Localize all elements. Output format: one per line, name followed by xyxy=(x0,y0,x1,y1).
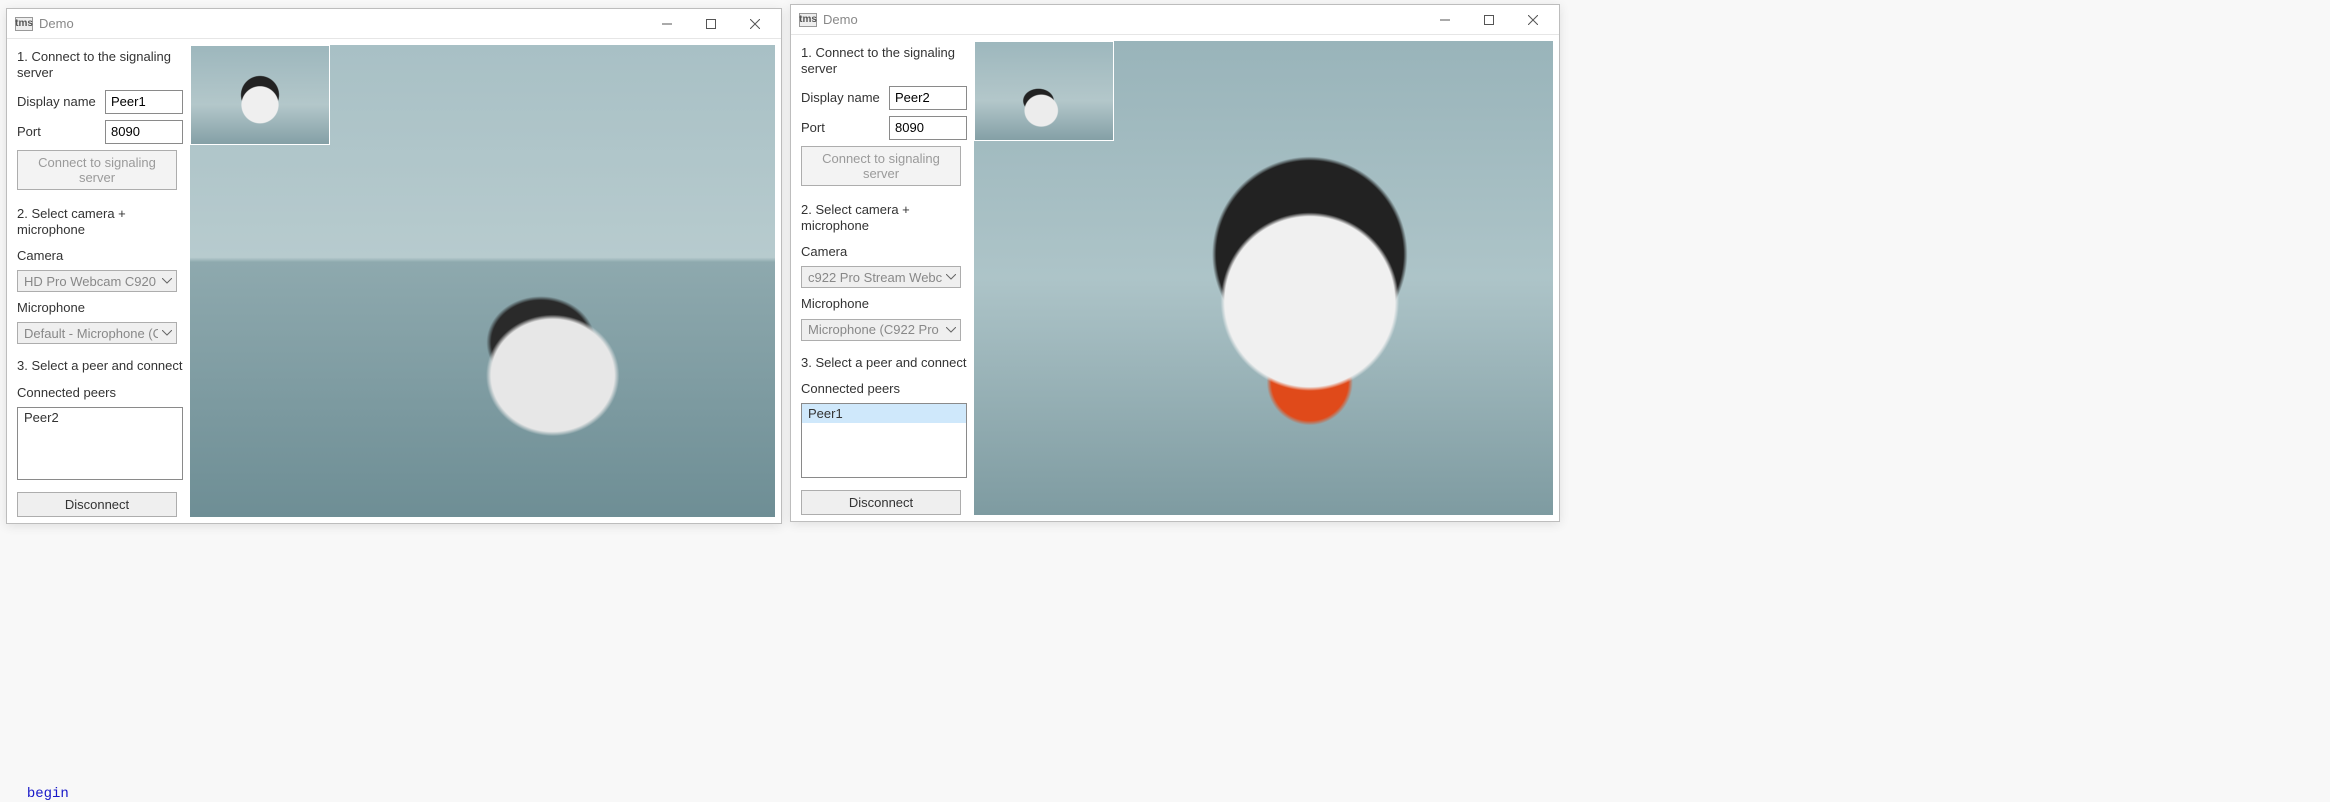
window-title: Demo xyxy=(39,16,645,31)
app-window-peer2: tms Demo 1. Connect to the signaling ser… xyxy=(790,4,1560,522)
step3-label: 3. Select a peer and connect xyxy=(17,358,184,374)
code-editor-background2: begin xyxy=(10,770,69,802)
port-input[interactable] xyxy=(105,120,183,144)
client-area: 1. Connect to the signaling server Displ… xyxy=(7,39,781,523)
minimize-button[interactable] xyxy=(1423,6,1467,34)
minimize-icon xyxy=(662,19,672,29)
maximize-button[interactable] xyxy=(689,10,733,38)
step1-label: 1. Connect to the signaling server xyxy=(17,49,184,82)
minimize-button[interactable] xyxy=(645,10,689,38)
camera-select-value: HD Pro Webcam C920 (04 xyxy=(24,274,158,289)
maximize-icon xyxy=(706,19,716,29)
connect-signaling-button: Connect to signaling server xyxy=(801,146,961,186)
titlebar[interactable]: tms Demo xyxy=(7,9,781,39)
window-title: Demo xyxy=(823,12,1423,27)
camera-select-value: c922 Pro Stream Webcam xyxy=(808,270,942,285)
window-buttons xyxy=(645,10,777,38)
chevron-down-icon xyxy=(158,278,176,284)
microphone-label: Microphone xyxy=(801,296,968,312)
minimize-icon xyxy=(1440,15,1450,25)
port-label: Port xyxy=(17,124,99,139)
client-area: 1. Connect to the signaling server Displ… xyxy=(791,35,1559,521)
display-name-label: Display name xyxy=(801,90,883,105)
camera-select[interactable]: c922 Pro Stream Webcam xyxy=(801,266,961,288)
maximize-icon xyxy=(1484,15,1494,25)
titlebar[interactable]: tms Demo xyxy=(791,5,1559,35)
list-item[interactable]: Peer1 xyxy=(802,404,966,423)
connected-peers-list[interactable]: Peer1 xyxy=(801,403,967,478)
step3-label: 3. Select a peer and connect xyxy=(801,355,968,371)
chevron-down-icon xyxy=(158,330,176,336)
chevron-down-icon xyxy=(942,327,960,333)
app-icon: tms xyxy=(799,13,817,27)
display-name-label: Display name xyxy=(17,94,99,109)
display-name-input[interactable] xyxy=(889,86,967,110)
camera-label: Camera xyxy=(801,244,968,260)
local-video-pip xyxy=(974,41,1114,141)
microphone-select-value: Microphone (C922 Pro Str xyxy=(808,322,942,337)
camera-select[interactable]: HD Pro Webcam C920 (04 xyxy=(17,270,177,292)
camera-label: Camera xyxy=(17,248,184,264)
connected-peers-label: Connected peers xyxy=(17,385,184,401)
microphone-select[interactable]: Microphone (C922 Pro Str xyxy=(801,319,961,341)
app-window-peer1: tms Demo 1. Connect to the signaling ser… xyxy=(6,8,782,524)
close-button[interactable] xyxy=(733,10,777,38)
microphone-label: Microphone xyxy=(17,300,184,316)
port-input[interactable] xyxy=(889,116,967,140)
control-sidebar: 1. Connect to the signaling server Displ… xyxy=(7,39,190,523)
app-icon: tms xyxy=(15,17,33,31)
connected-peers-label: Connected peers xyxy=(801,381,968,397)
close-icon xyxy=(750,19,760,29)
display-name-input[interactable] xyxy=(105,90,183,114)
close-icon xyxy=(1528,15,1538,25)
step1-label: 1. Connect to the signaling server xyxy=(801,45,968,78)
step2-label: 2. Select camera + microphone xyxy=(17,206,184,239)
code-line: begin xyxy=(27,786,69,802)
step2-label: 2. Select camera + microphone xyxy=(801,202,968,235)
connected-peers-list[interactable]: Peer2 xyxy=(17,407,183,480)
list-item[interactable]: Peer2 xyxy=(18,408,182,427)
control-sidebar: 1. Connect to the signaling server Displ… xyxy=(791,35,974,521)
maximize-button[interactable] xyxy=(1467,6,1511,34)
disconnect-button[interactable]: Disconnect xyxy=(17,492,177,517)
close-button[interactable] xyxy=(1511,6,1555,34)
video-area xyxy=(974,41,1553,515)
microphone-select[interactable]: Default - Microphone (C9. xyxy=(17,322,177,344)
window-buttons xyxy=(1423,6,1555,34)
port-label: Port xyxy=(801,120,883,135)
microphone-select-value: Default - Microphone (C9. xyxy=(24,326,158,341)
disconnect-button[interactable]: Disconnect xyxy=(801,490,961,515)
local-video-pip xyxy=(190,45,330,145)
chevron-down-icon xyxy=(942,274,960,280)
video-area xyxy=(190,45,775,517)
connect-signaling-button: Connect to signaling server xyxy=(17,150,177,190)
